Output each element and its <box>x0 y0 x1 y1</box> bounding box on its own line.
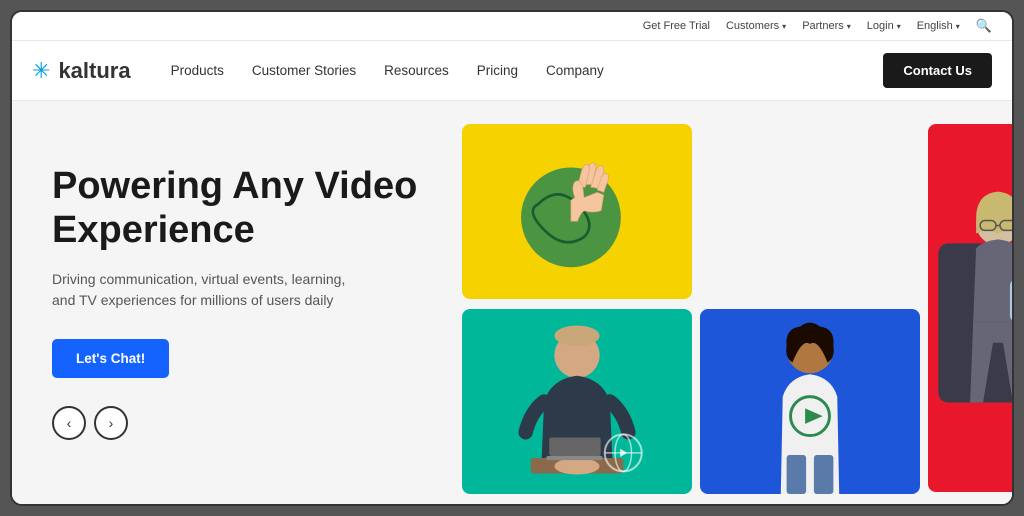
carousel-next-button[interactable]: › <box>94 406 128 440</box>
nav-customer-stories[interactable]: Customer Stories <box>252 63 356 78</box>
customers-dropdown[interactable]: Customers ▾ <box>726 20 786 32</box>
partners-dropdown[interactable]: Partners ▾ <box>802 20 851 32</box>
hero-images <box>452 101 1012 504</box>
couch-woman-svg <box>928 124 1012 492</box>
carousel-prev-button[interactable]: ‹ <box>52 406 86 440</box>
logo-icon: ✳ <box>32 58 50 84</box>
hero-image-teal <box>462 309 692 494</box>
carousel-controls: ‹ › <box>52 406 472 440</box>
login-chevron-icon: ▾ <box>897 22 901 31</box>
presenter-svg <box>462 309 692 494</box>
partners-chevron-icon: ▾ <box>847 22 851 31</box>
english-chevron-icon: ▾ <box>956 22 960 31</box>
contact-us-button[interactable]: Contact Us <box>883 53 992 88</box>
hero-section: Powering Any Video Experience Driving co… <box>12 101 1012 504</box>
logo-text: kaltura <box>58 58 130 84</box>
lets-chat-button[interactable]: Let's Chat! <box>52 339 169 378</box>
browser-frame: Get Free Trial Customers ▾ Partners ▾ Lo… <box>10 10 1014 506</box>
hero-image-yellow <box>462 124 692 299</box>
hand-drawing-svg <box>474 132 681 290</box>
customers-chevron-icon: ▾ <box>782 22 786 31</box>
logo[interactable]: ✳ kaltura <box>32 58 131 84</box>
main-navigation: ✳ kaltura Products Customer Stories Reso… <box>12 41 1012 101</box>
login-dropdown[interactable]: Login ▾ <box>867 20 901 32</box>
hero-image-red <box>928 124 1012 492</box>
nav-pricing[interactable]: Pricing <box>477 63 518 78</box>
nav-company[interactable]: Company <box>546 63 604 78</box>
hero-title: Powering Any Video Experience <box>52 165 472 252</box>
nav-products[interactable]: Products <box>171 63 224 78</box>
get-free-trial-link[interactable]: Get Free Trial <box>643 20 710 32</box>
english-dropdown[interactable]: English ▾ <box>917 20 960 32</box>
top-utility-bar: Get Free Trial Customers ▾ Partners ▾ Lo… <box>12 12 1012 41</box>
nav-links: Products Customer Stories Resources Pric… <box>171 63 884 78</box>
hero-content: Powering Any Video Experience Driving co… <box>52 165 472 439</box>
nav-resources[interactable]: Resources <box>384 63 449 78</box>
search-icon[interactable]: 🔍 <box>976 18 992 34</box>
hero-image-blue <box>700 309 920 494</box>
woman-svg <box>700 309 920 494</box>
hero-subtitle: Driving communication, virtual events, l… <box>52 269 372 311</box>
